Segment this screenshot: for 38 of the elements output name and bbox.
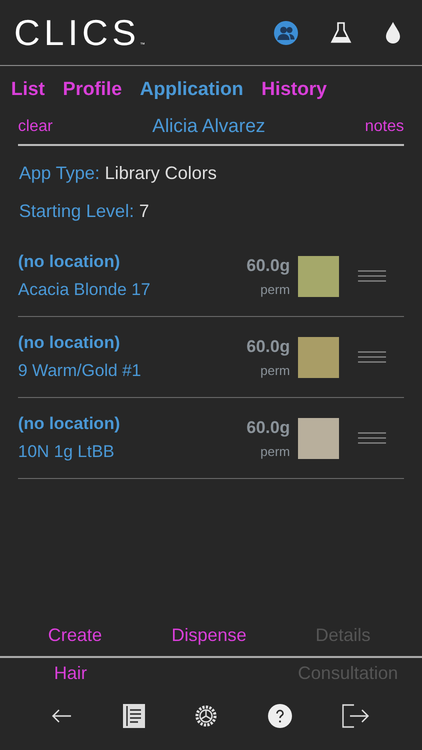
tab[interactable]: History — [261, 79, 327, 101]
exit-icon[interactable] — [342, 704, 370, 728]
amount: 60.0g — [246, 256, 290, 276]
location-label: (no location) — [18, 414, 121, 434]
gear-icon[interactable] — [195, 705, 217, 727]
location-label: (no location) — [18, 252, 121, 272]
drop-icon[interactable] — [384, 20, 402, 44]
tab[interactable]: Application — [140, 79, 244, 101]
flask-icon[interactable] — [330, 20, 352, 44]
help-icon[interactable] — [268, 704, 292, 728]
tab[interactable]: List — [11, 79, 45, 101]
back-arrow-icon[interactable] — [52, 709, 72, 723]
field-label: App Type: — [19, 162, 100, 184]
drag-handle-icon[interactable] — [358, 432, 386, 444]
logo: CLICS — [14, 12, 140, 54]
client-name: Alicia Alvarez — [152, 116, 266, 138]
amount: 60.0g — [246, 336, 290, 356]
field-label: Starting Level: — [19, 200, 134, 222]
people-icon[interactable] — [274, 20, 298, 44]
field-value: Library Colors — [104, 162, 217, 184]
color-name: Acacia Blonde 17 — [18, 280, 152, 300]
field-value: 7 — [139, 200, 150, 222]
amount: 60.0g — [246, 418, 290, 438]
drag-handle-icon[interactable] — [358, 351, 386, 363]
color-name: 9 Warm/Gold #1 — [18, 361, 142, 381]
tab[interactable]: Profile — [62, 79, 122, 101]
color-type: perm — [260, 444, 290, 458]
color-type: perm — [260, 362, 290, 378]
action-button[interactable]: Create — [48, 624, 102, 646]
color-type: perm — [260, 282, 290, 296]
color-name: 10N 1g LtBB — [18, 442, 116, 462]
action-button[interactable]: Dispense — [171, 624, 247, 646]
drag-handle-icon[interactable] — [358, 270, 386, 282]
notes-link[interactable]: notes — [364, 118, 404, 136]
clear-link[interactable]: clear — [18, 118, 53, 136]
action-button[interactable]: Hair — [54, 662, 88, 684]
document-icon[interactable] — [122, 704, 144, 728]
location-label: (no location) — [18, 333, 121, 353]
